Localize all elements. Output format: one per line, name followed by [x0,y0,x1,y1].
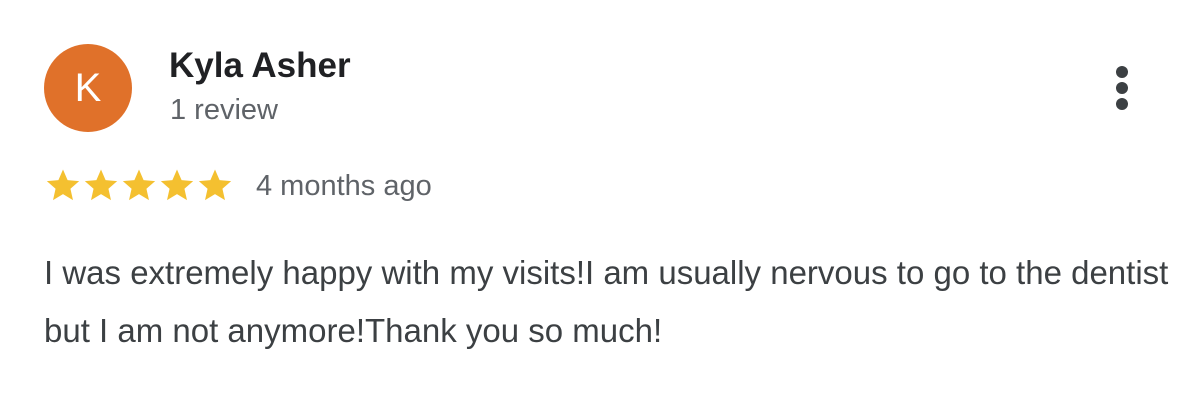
star-icon [196,167,234,205]
avatar-initial: K [74,66,102,110]
review-count: 1 review [170,94,278,126]
star-icon [82,167,120,205]
review-text: I was extremely happy with my visits!I a… [44,254,1169,349]
rating-row: 4 months ago [44,166,432,206]
star-icon [44,167,82,205]
more-vert-icon-dot [1116,82,1128,94]
star-rating [44,167,234,205]
star-icon [158,167,196,205]
author-name[interactable]: Kyla Asher [169,46,351,86]
review-timestamp: 4 months ago [256,169,432,202]
more-vert-icon-dot [1116,66,1128,78]
more-options-button[interactable] [1100,60,1144,116]
star-icon [120,167,158,205]
avatar[interactable]: K [44,44,132,132]
more-vert-icon-dot [1116,98,1128,110]
review-card: K Kyla Asher 1 review 4 months ago I was… [0,0,1200,402]
